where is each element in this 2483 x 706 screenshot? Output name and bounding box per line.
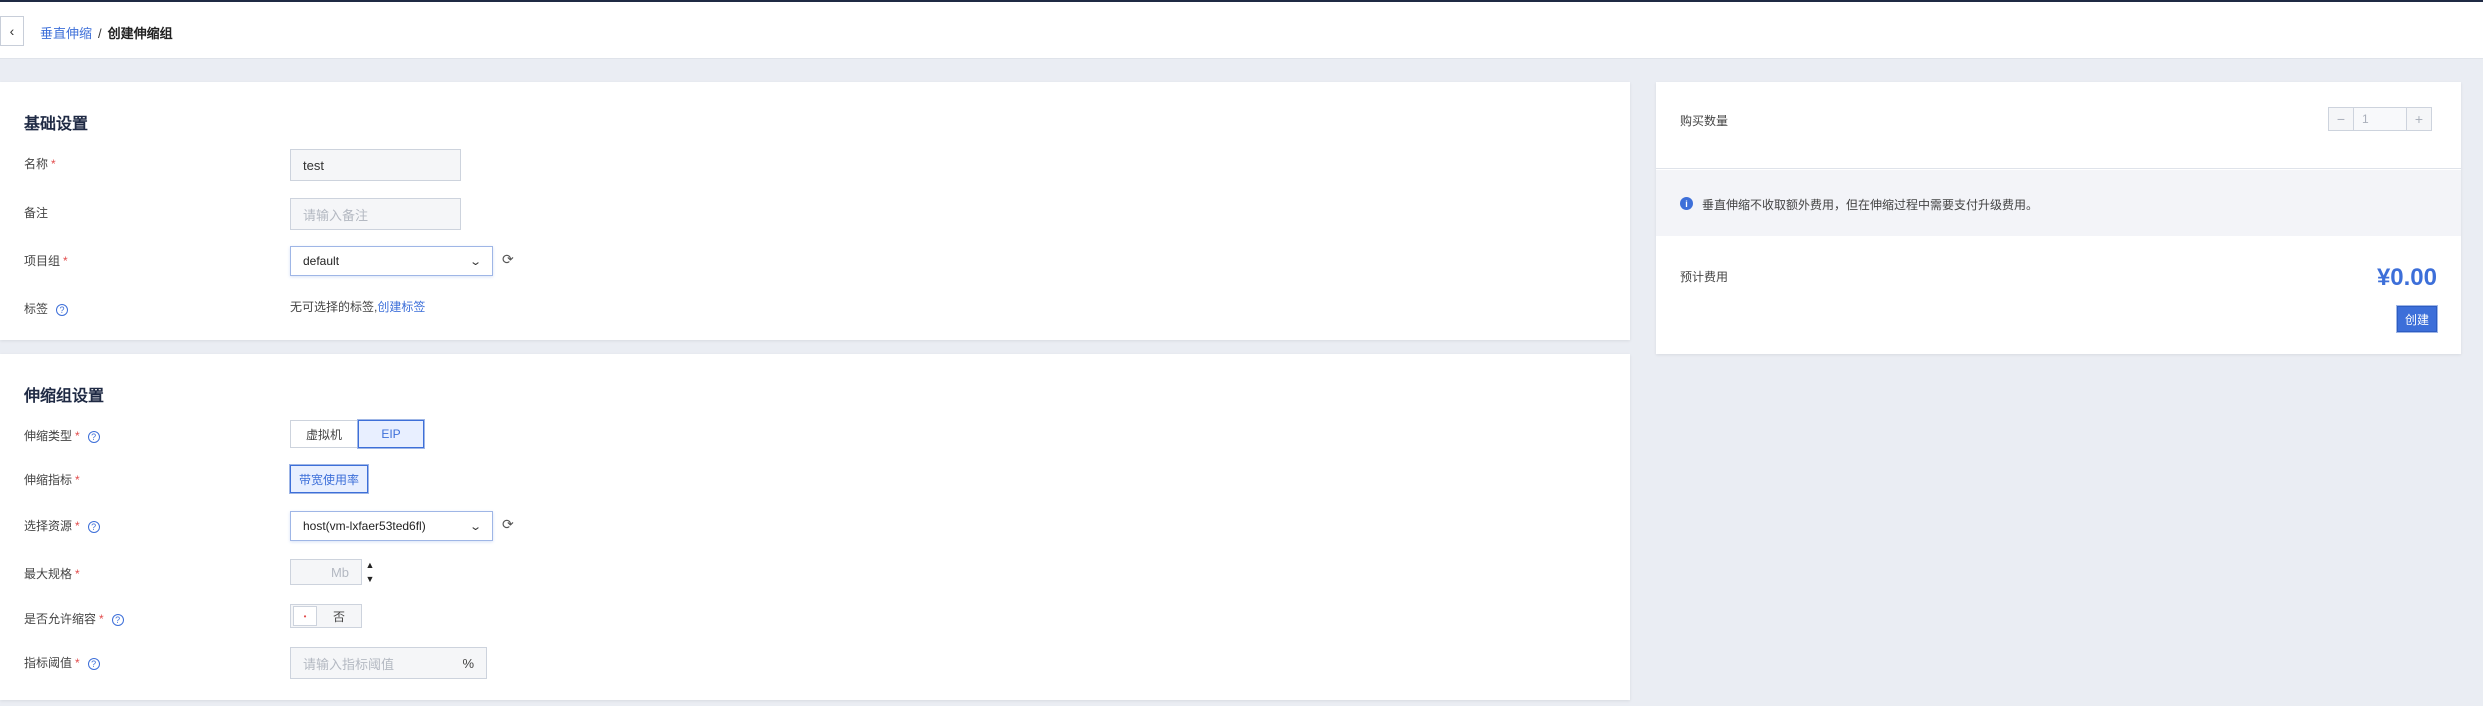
required-mark: * [75, 567, 80, 581]
chevron-down-icon: ⌄ [468, 520, 482, 533]
allow-shrink-label-text: 是否允许缩容 [24, 612, 97, 626]
max-spec-label: 最大规格 * [24, 565, 80, 582]
required-mark: * [51, 157, 56, 171]
threshold-placeholder: 请输入指标阈值 [303, 656, 395, 672]
max-spec-unit: Mb [330, 564, 349, 580]
resource-label-text: 选择资源 [24, 519, 73, 533]
tag-label-text: 标签 [24, 302, 49, 316]
scale-type-eip-label: EIP [381, 427, 401, 441]
resource-label: 选择资源 *? [24, 517, 100, 534]
required-mark: * [63, 254, 68, 268]
metric-bandwidth-label: 带宽使用率 [299, 472, 360, 487]
tag-label: 标签? [24, 300, 69, 317]
fee-notice: i 垂直伸缩不收取额外费用，但在伸缩过程中需要支付升级费用。 [1656, 170, 2461, 236]
threshold-label: 指标阈值 *? [24, 654, 100, 671]
allow-shrink-toggle[interactable]: • 否 [290, 604, 362, 628]
scale-type-label-text: 伸缩类型 [24, 429, 73, 443]
breadcrumb-parent-link[interactable]: 垂直伸缩 [40, 26, 92, 41]
create-button-label: 创建 [2404, 312, 2429, 327]
allow-shrink-value: 否 [332, 609, 345, 624]
basic-settings-title: 基础设置 [24, 116, 89, 133]
scale-metric-label: 伸缩指标 * [24, 471, 80, 488]
fee-notice-text: 垂直伸缩不收取额外费用，但在伸缩过程中需要支付升级费用。 [1702, 198, 2039, 212]
max-spec-input[interactable]: Mb [290, 559, 362, 585]
required-mark: * [75, 473, 80, 487]
max-spec-label-text: 最大规格 [24, 567, 73, 581]
remark-input-placeholder: 请输入备注 [303, 207, 369, 223]
scale-type-eip-option[interactable]: EIP [358, 420, 424, 448]
tag-hint-text: 无可选择的标签, [290, 300, 378, 314]
required-mark: * [99, 612, 104, 626]
threshold-unit: % [462, 655, 474, 671]
minus-button[interactable]: − [2328, 107, 2354, 131]
name-label: 名称 * [24, 155, 56, 172]
project-select-value: default [303, 254, 340, 268]
help-icon[interactable]: ? [56, 303, 69, 316]
tag-hint: 无可选择的标签,创建标签 [290, 298, 425, 315]
help-icon[interactable]: ? [87, 657, 100, 670]
scale-type-label: 伸缩类型 *? [24, 427, 100, 444]
create-tag-link[interactable]: 创建标签 [377, 300, 425, 314]
breadcrumb-current: 创建伸缩组 [107, 26, 173, 41]
caret-up-icon[interactable]: ▲ [366, 560, 375, 570]
resource-select-value: host(vm-lxfaer53ted6fl) [303, 519, 426, 533]
estimated-cost-label: 预计费用 [1680, 270, 1729, 284]
required-mark: * [75, 519, 80, 533]
remark-label: 备注 [24, 206, 49, 220]
allow-shrink-label: 是否允许缩容 *? [24, 610, 124, 627]
quantity-section: 购买数量 − 1 + [1656, 82, 2461, 169]
project-label-text: 项目组 [24, 254, 61, 268]
quantity-stepper[interactable]: − 1 + [2328, 107, 2432, 131]
threshold-input[interactable]: 请输入指标阈值 % [290, 647, 487, 679]
estimated-price: ¥0.00 [2376, 264, 2437, 291]
required-mark: * [75, 656, 80, 670]
breadcrumb-separator: / [98, 26, 102, 41]
name-input[interactable]: test [290, 149, 461, 181]
help-icon[interactable]: ? [111, 613, 124, 626]
help-icon[interactable]: ? [87, 430, 100, 443]
project-select[interactable]: default ⌄ [290, 246, 493, 276]
scale-type-vm-option[interactable]: 虚拟机 [290, 420, 358, 448]
threshold-label-text: 指标阈值 [24, 656, 73, 670]
caret-down-icon[interactable]: ▼ [366, 574, 375, 584]
scaling-settings-title: 伸缩组设置 [24, 388, 105, 405]
resource-select[interactable]: host(vm-lxfaer53ted6fl) ⌄ [290, 511, 493, 541]
required-mark: * [75, 429, 80, 443]
plus-button[interactable]: + [2406, 107, 2432, 131]
create-button[interactable]: 创建 [2397, 306, 2437, 332]
basic-settings-card: 基础设置 名称 * test 备注 请输入备注 项目组 * default ⌄ ⟳ … [0, 82, 1630, 340]
info-icon: i [1680, 197, 1693, 210]
name-input-value: test [303, 157, 324, 173]
page-header: ‹ 垂直伸缩 / 创建伸缩组 [0, 2, 2483, 59]
scale-type-vm-label: 虚拟机 [305, 427, 342, 442]
scaling-settings-card: 伸缩组设置 伸缩类型 *? 虚拟机 EIP 伸缩指标 * 带宽使用率 选择资源 *? … [0, 354, 1630, 700]
refresh-icon[interactable]: ⟳ [502, 251, 514, 268]
refresh-icon[interactable]: ⟳ [502, 516, 514, 533]
breadcrumb: 垂直伸缩 / 创建伸缩组 [40, 23, 173, 42]
back-button[interactable]: ‹ [0, 16, 24, 46]
chevron-left-icon: ‹ [9, 23, 15, 39]
max-spec-stepper[interactable]: ▲ ▼ [365, 560, 375, 584]
chevron-down-icon: ⌄ [468, 255, 482, 268]
project-label: 项目组 * [24, 252, 68, 269]
metric-bandwidth-option[interactable]: 带宽使用率 [290, 465, 369, 493]
name-label-text: 名称 [24, 157, 49, 171]
scale-metric-label-text: 伸缩指标 [24, 473, 73, 487]
help-icon[interactable]: ? [87, 520, 100, 533]
quantity-value[interactable]: 1 [2354, 107, 2406, 131]
remark-input[interactable]: 请输入备注 [290, 198, 461, 230]
order-summary-card: 购买数量 − 1 + i 垂直伸缩不收取额外费用，但在伸缩过程中需要支付升级费用… [1656, 82, 2461, 354]
toggle-knob: • [293, 606, 317, 626]
quantity-label: 购买数量 [1680, 114, 1729, 128]
